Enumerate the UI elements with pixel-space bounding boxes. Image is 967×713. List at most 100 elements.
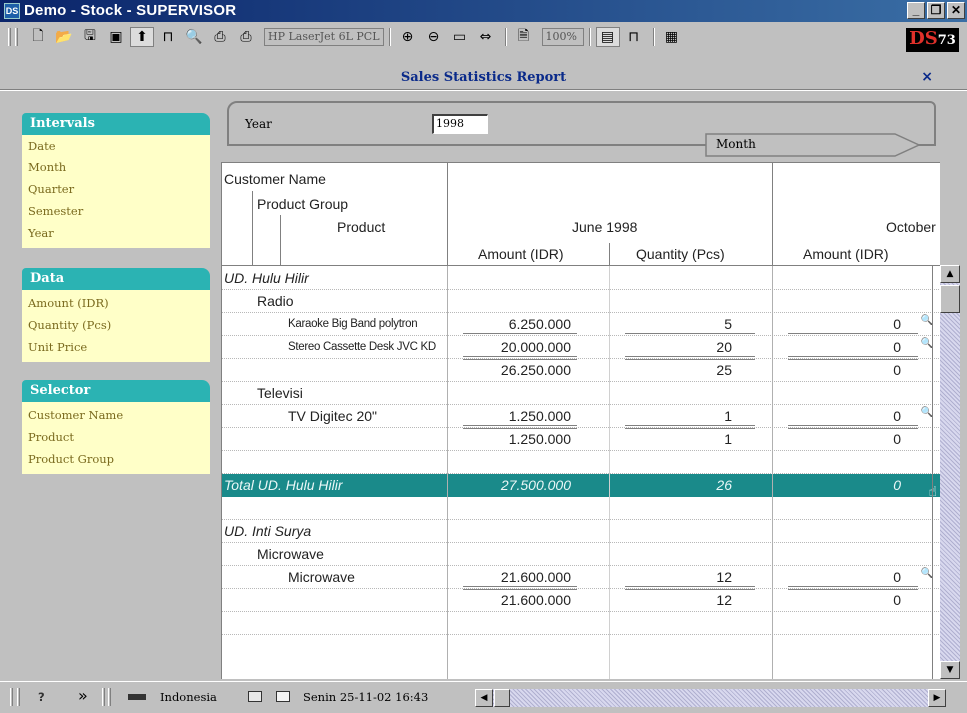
interval-item-month[interactable]: Month — [28, 156, 210, 178]
table-row[interactable]: 26.250.000 25 0 — [222, 359, 940, 382]
data-panel: Data Amount (IDR) Quantity (Pcs) Unit Pr… — [22, 268, 210, 362]
horizontal-scrollbar[interactable]: ◀ ▶ — [475, 689, 946, 707]
selector-panel: Selector Customer Name Product Product G… — [22, 380, 210, 474]
save-icon[interactable]: 🖫 — [78, 27, 102, 47]
quantity-cell: 25 — [716, 362, 732, 378]
zoom-width-icon[interactable]: ⇔ — [474, 27, 498, 47]
quantity-cell: 1 — [724, 408, 732, 424]
scroll-left-icon[interactable]: ◀ — [475, 689, 493, 707]
zoom-out-icon[interactable]: ⊖ — [422, 27, 446, 47]
amount-2-cell: 0 — [893, 362, 901, 378]
report-title: Sales Statistics Report — [400, 70, 567, 85]
sum-underline — [788, 356, 918, 357]
header-product[interactable]: Product — [337, 219, 385, 235]
sum-underline — [788, 428, 918, 429]
save-as-icon[interactable]: ▣ — [104, 27, 128, 47]
table-row[interactable] — [222, 497, 940, 520]
amount-cell: 21.600.000 — [500, 569, 571, 585]
layout-1-icon[interactable]: ▤ — [595, 27, 620, 47]
total-row[interactable]: Total UD. Hulu Hilir27.500.000260☝ — [222, 474, 940, 500]
zoom-in-icon[interactable]: ⊕ — [396, 27, 420, 47]
table-row[interactable]: UD. Hulu Hilir — [222, 267, 940, 290]
report-grid: Customer Name Product Group Product June… — [221, 162, 940, 679]
close-report-button[interactable]: × — [921, 69, 933, 85]
header-quantity[interactable]: Quantity (Pcs) — [636, 246, 725, 262]
zoom-fit-icon[interactable]: ▭ — [448, 27, 472, 47]
row-label: Televisi — [257, 385, 303, 401]
sum-underline — [625, 586, 755, 587]
horizontal-scroll-thumb[interactable] — [494, 689, 510, 707]
maximize-button[interactable]: ❐ — [927, 2, 945, 19]
new-icon[interactable]: 🗋 — [26, 27, 50, 47]
toolbar: 🗋 📂 🖫 ▣ ⬆ ⊓ 🔍 ⎙ ⎙ HP LaserJet 6L PCL ⊕ ⊖… — [0, 22, 967, 66]
calendar-icon — [248, 691, 262, 702]
selector-item-product[interactable]: Product — [28, 426, 210, 448]
year-input[interactable]: 1998 — [432, 114, 488, 134]
data-item-amount[interactable]: Amount (IDR) — [28, 292, 210, 314]
minimize-button[interactable]: _ — [907, 2, 925, 19]
row-label: Microwave — [288, 569, 355, 585]
interval-item-year[interactable]: Year — [28, 222, 210, 244]
sum-underline — [788, 589, 918, 590]
table-row[interactable]: Karaoke Big Band polytron 6.250.000 5 0 🔍 — [222, 313, 940, 336]
table-row[interactable]: Televisi — [222, 382, 940, 405]
table-row[interactable]: Microwave 21.600.000 12 0 🔍 — [222, 566, 940, 589]
toolbar-separator — [504, 28, 507, 46]
data-item-quantity[interactable]: Quantity (Pcs) — [28, 314, 210, 336]
row-label: UD. Hulu Hilir — [224, 270, 309, 286]
table-row[interactable]: 1.250.000 1 0 — [222, 428, 940, 451]
scroll-right-icon[interactable]: ▶ — [928, 689, 946, 707]
preview-icon[interactable]: 🔍 — [182, 27, 206, 47]
toolbar-grip[interactable] — [15, 28, 18, 46]
ds-logo: DS73 — [906, 28, 959, 52]
open-icon[interactable]: 📂 — [52, 27, 76, 47]
layout-3-icon[interactable]: ▦ — [660, 27, 684, 47]
more-icon[interactable]: » — [78, 686, 88, 705]
row-label: Radio — [257, 293, 294, 309]
printer-select[interactable]: HP LaserJet 6L PCL — [264, 28, 384, 46]
amount-2-cell: 0 — [893, 431, 901, 447]
scroll-up-icon[interactable]: ▲ — [940, 265, 960, 283]
selector-item-product-group[interactable]: Product Group — [28, 448, 210, 470]
year-label: Year — [245, 117, 272, 131]
interval-item-quarter[interactable]: Quarter — [28, 178, 210, 200]
window-title: Demo - Stock - SUPERVISOR — [24, 2, 237, 19]
help-icon[interactable]: ? — [38, 690, 45, 704]
table-row[interactable] — [222, 451, 940, 474]
table-row[interactable]: 21.600.000 12 0 — [222, 589, 940, 612]
month-label: Month — [716, 137, 756, 151]
header-product-group[interactable]: Product Group — [257, 196, 348, 212]
table-row[interactable]: UD. Inti Surya — [222, 520, 940, 543]
zoom-input[interactable]: 100% — [541, 28, 584, 46]
intervals-panel: Intervals Date Month Quarter Semester Ye… — [22, 113, 210, 248]
layout-2-icon[interactable]: ⊓ — [622, 27, 646, 47]
statusbar-grip — [102, 688, 105, 706]
sum-underline — [625, 428, 755, 429]
table-row[interactable] — [222, 612, 940, 635]
table-row[interactable]: Stereo Cassette Desk JVC KD 20.000.000 20 0… — [222, 336, 940, 359]
sum-underline — [788, 333, 918, 334]
export-icon[interactable]: ⬆ — [130, 27, 154, 47]
vertical-scrollbar[interactable]: ▲ ▼ — [940, 265, 960, 679]
quantity-cell: 26 — [716, 477, 732, 493]
toolbar-grip[interactable] — [8, 28, 11, 46]
table-row[interactable]: Radio — [222, 290, 940, 313]
table-row[interactable]: Microwave — [222, 543, 940, 566]
header-amount-2[interactable]: Amount (IDR) — [803, 246, 889, 262]
header-customer-name[interactable]: Customer Name — [224, 171, 326, 187]
sum-underline — [625, 589, 755, 590]
data-item-unit-price[interactable]: Unit Price — [28, 336, 210, 358]
page-icon[interactable]: ⊓ — [156, 27, 180, 47]
table-row[interactable]: TV Digitec 20" 1.250.000 1 0 🔍 — [222, 405, 940, 428]
page-setup-icon[interactable]: 🗎 — [512, 27, 536, 47]
interval-item-date[interactable]: Date — [28, 137, 210, 156]
selector-item-customer[interactable]: Customer Name — [28, 404, 210, 426]
print-icon[interactable]: ⎙ — [208, 27, 232, 47]
scroll-down-icon[interactable]: ▼ — [940, 661, 960, 679]
header-amount[interactable]: Amount (IDR) — [478, 246, 564, 262]
close-button[interactable]: ✕ — [947, 2, 965, 19]
printer-setup-icon[interactable]: ⎙ — [234, 27, 258, 47]
app-icon: DS — [4, 3, 20, 19]
interval-item-semester[interactable]: Semester — [28, 200, 210, 222]
scroll-thumb[interactable] — [940, 285, 960, 313]
